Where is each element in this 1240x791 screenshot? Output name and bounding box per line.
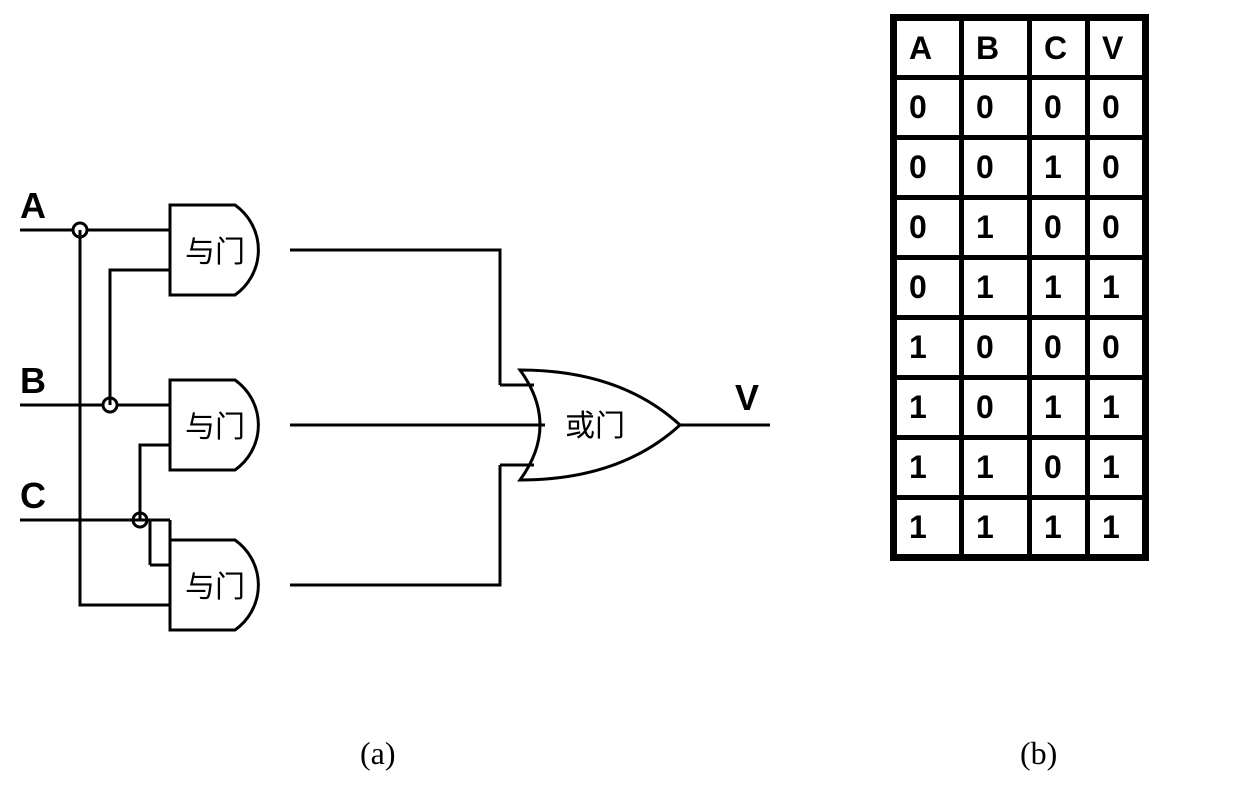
table-row: 0 0 0 0 (894, 78, 1146, 138)
truth-table-grid: A B C V 0 0 0 0 0 0 1 0 0 1 0 0 (890, 14, 1149, 561)
and-gate-3-label: 与门 (185, 571, 245, 604)
table-row: 1 1 1 1 (894, 498, 1146, 558)
or-gate-label: 或门 (565, 410, 625, 443)
input-label-C: C (20, 475, 46, 516)
input-label-A: A (20, 185, 46, 226)
subfigure-label-b: (b) (1020, 735, 1057, 772)
subfigure-label-a: (a) (360, 735, 396, 772)
col-header-V: V (1088, 18, 1146, 78)
col-header-A: A (894, 18, 962, 78)
table-row: 1 1 0 1 (894, 438, 1146, 498)
table-row: 0 1 0 0 (894, 198, 1146, 258)
input-label-B: B (20, 360, 46, 401)
table-row: A B C V (894, 18, 1146, 78)
truth-table: A B C V 0 0 0 0 0 0 1 0 0 1 0 0 (890, 14, 1149, 561)
table-row: 0 1 1 1 (894, 258, 1146, 318)
col-header-B: B (962, 18, 1030, 78)
and-gate-2-label: 与门 (185, 411, 245, 444)
table-row: 1 0 1 1 (894, 378, 1146, 438)
circuit-diagram: A B C V 与门 与门 与门 或门 (0, 170, 800, 690)
col-header-C: C (1030, 18, 1088, 78)
table-row: 0 0 1 0 (894, 138, 1146, 198)
output-label-V: V (735, 377, 759, 418)
and-gate-1-label: 与门 (185, 236, 245, 269)
table-row: 1 0 0 0 (894, 318, 1146, 378)
